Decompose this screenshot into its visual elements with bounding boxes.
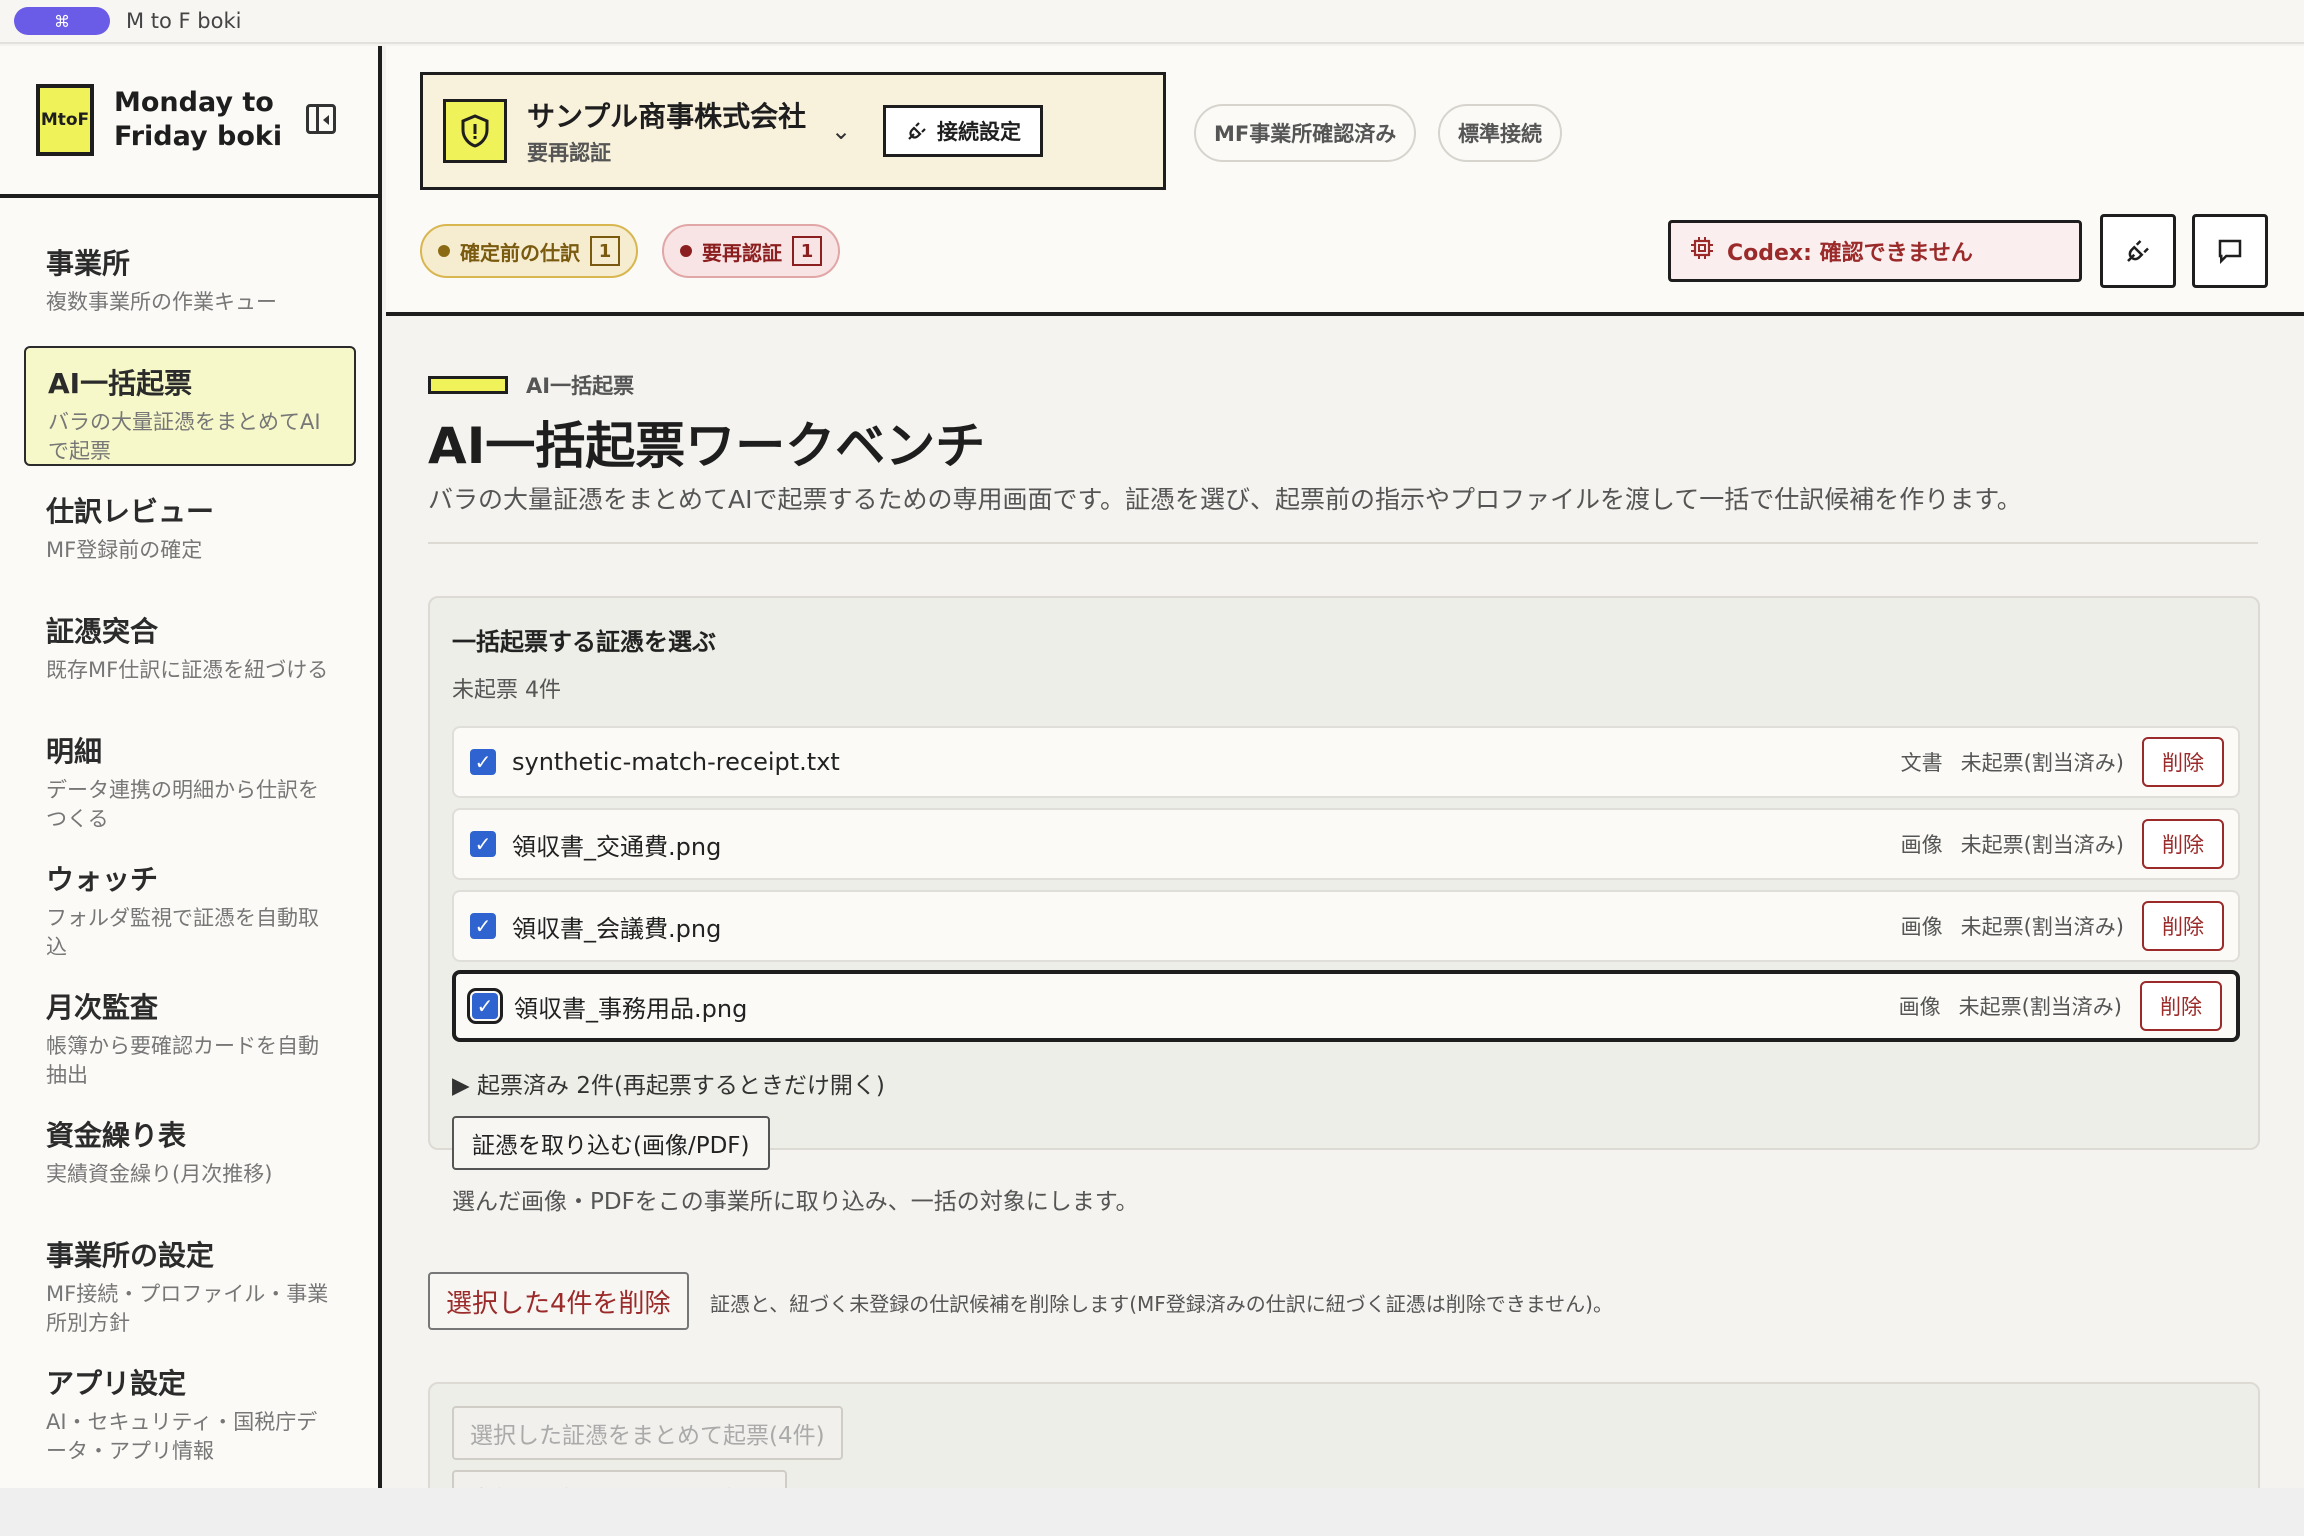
file-status: 未起票(割当済み) (1960, 751, 2124, 775)
brand-name: Monday to Friday boki (114, 87, 283, 152)
file-type: 画像 (1900, 833, 1943, 857)
sidebar: MtoF Monday to Friday boki 事業所 複数事業所の作業キ… (0, 46, 382, 1488)
bulk-posting-panel: 選択した証憑をまとめて起票(4件) 未起票の証憑をまとめて起票 (428, 1382, 2260, 1488)
pending-count-badge: 1 (590, 236, 620, 266)
mf-office-confirmed-pill: MF事業所確認済み (1194, 104, 1417, 162)
sidebar-item-ai-bulk[interactable]: AI一括起票 バラの大量証憑をまとめてAIで起票 (24, 346, 356, 466)
posted-details-toggle[interactable]: ▶ 起票済み 2件(再起票するときだけ開く) (452, 1066, 885, 1100)
collapse-sidebar-icon[interactable] (306, 104, 336, 134)
panel-title: 一括起票する証憑を選ぶ (452, 628, 716, 656)
file-row[interactable]: ✓ 領収書_交通費.png 画像 未起票(割当済み) 削除 (452, 808, 2240, 880)
company-selector[interactable]: サンプル商事株式会社 要再認証 ⌄ 接続設定 (420, 72, 1166, 190)
header: サンプル商事株式会社 要再認証 ⌄ 接続設定 MF事業所確認済み 標準接続 確定… (386, 46, 2304, 316)
import-vouchers-button[interactable]: 証憑を取り込む(画像/PDF) (452, 1116, 770, 1170)
reauth-chip[interactable]: 要再認証 1 (662, 224, 840, 278)
file-name: 領収書_交通費.png (512, 832, 722, 861)
file-name: 領収書_事務用品.png (514, 994, 748, 1023)
file-row[interactable]: ✓ synthetic-match-receipt.txt 文書 未起票(割当済… (452, 726, 2240, 798)
sidebar-item-office-settings[interactable]: 事業所の設定 MF接続・プロファイル・事業所別方針 (24, 1238, 356, 1338)
file-row[interactable]: ✓ 領収書_会議費.png 画像 未起票(割当済み) 削除 (452, 890, 2240, 962)
company-status: 要再認証 (527, 141, 611, 165)
sidebar-item-cashflow[interactable]: 資金繰り表 実績資金繰り(月次推移) (24, 1118, 356, 1189)
sidebar-item-statements[interactable]: 明細 データ連携の明細から仕訳をつくる (24, 734, 356, 834)
company-name: サンプル商事株式会社 (527, 100, 807, 133)
standard-connection-pill: 標準接続 (1438, 104, 1562, 162)
connection-settings-button[interactable]: 接続設定 (883, 105, 1043, 157)
shield-icon (443, 99, 507, 163)
file-type: 文書 (1900, 751, 1943, 775)
file-checkbox[interactable]: ✓ (470, 749, 496, 775)
file-type: 画像 (1898, 995, 1941, 1019)
codex-status[interactable]: Codex: 確認できません (1668, 220, 2082, 282)
file-checkbox[interactable]: ✓ (470, 913, 496, 939)
app-logo: MtoF (36, 84, 94, 156)
chevron-down-icon[interactable]: ⌄ (831, 117, 851, 145)
connection-icon-button[interactable] (2100, 214, 2176, 288)
file-name: 領収書_会議費.png (512, 914, 722, 943)
file-name: synthetic-match-receipt.txt (512, 748, 840, 776)
pending-journal-chip[interactable]: 確定前の仕訳 1 (420, 224, 638, 278)
chip-icon (1689, 235, 1715, 267)
voucher-selection-panel: 一括起票する証憑を選ぶ 未起票 4件 ✓ synthetic-match-rec… (428, 596, 2260, 1215)
delete-button[interactable]: 削除 (2142, 819, 2224, 869)
reauth-count-badge: 1 (792, 236, 822, 266)
sidebar-item-journal-review[interactable]: 仕訳レビュー MF登録前の確定 (24, 494, 356, 565)
file-status: 未起票(割当済み) (1958, 995, 2122, 1019)
bulk-post-unposted-button[interactable]: 未起票の証憑をまとめて起票 (452, 1470, 787, 1488)
page-title: AI一括起票ワークベンチ (428, 417, 986, 475)
chat-button[interactable] (2192, 214, 2268, 288)
sidebar-item-voucher-match[interactable]: 証憑突合 既存MF仕訳に証憑を紐づける (24, 614, 356, 685)
import-description: 選んだ画像・PDFをこの事業所に取り込み、一括の対象にします。 (452, 1189, 1139, 1215)
title-bar: ⌘ M to F boki (0, 0, 2304, 44)
file-type: 画像 (1900, 915, 1943, 939)
unposted-count: 未起票 4件 (452, 678, 561, 703)
sidebar-item-offices[interactable]: 事業所 複数事業所の作業キュー (24, 246, 356, 317)
bottom-strip (0, 1488, 2304, 1536)
main-content: AI一括起票 AI一括起票ワークベンチ バラの大量証憑をまとめてAIで起票するた… (386, 320, 2304, 1488)
delete-selected-button[interactable]: 選択した4件を削除 (428, 1272, 689, 1330)
sidebar-item-watch[interactable]: ウォッチ フォルダ監視で証憑を自動取込 (24, 862, 356, 962)
plug-icon (2127, 240, 2149, 262)
eyebrow: AI一括起票 (428, 370, 634, 400)
plug-icon (908, 122, 926, 140)
divider (428, 542, 2258, 544)
file-checkbox[interactable]: ✓ (467, 988, 503, 1024)
status-dot (680, 245, 692, 257)
file-checkbox[interactable]: ✓ (470, 831, 496, 857)
brand: MtoF Monday to Friday boki (0, 46, 378, 198)
chat-icon (2218, 239, 2242, 265)
file-status: 未起票(割当済み) (1960, 833, 2124, 857)
delete-button[interactable]: 削除 (2142, 737, 2224, 787)
file-status: 未起票(割当済み) (1960, 915, 2124, 939)
status-dot (438, 245, 450, 257)
command-badge[interactable]: ⌘ (14, 7, 110, 35)
file-row[interactable]: ✓ 領収書_事務用品.png 画像 未起票(割当済み) 削除 (452, 970, 2240, 1042)
delete-button[interactable]: 削除 (2142, 901, 2224, 951)
delete-note: 証憑と、紐づく未登録の仕訳候補を削除します(MF登録済みの仕訳に紐づく証憑は削除… (710, 1292, 1613, 1316)
sidebar-item-app-settings[interactable]: アプリ設定 AI・セキュリティ・国税庁データ・アプリ情報 (24, 1366, 356, 1466)
delete-button[interactable]: 削除 (2140, 981, 2222, 1031)
bulk-post-selected-button[interactable]: 選択した証憑をまとめて起票(4件) (452, 1406, 843, 1460)
page-description: バラの大量証憑をまとめてAIで起票するための専用画面です。証憑を選び、起票前の指… (428, 485, 2022, 514)
sidebar-item-monthly-audit[interactable]: 月次監査 帳簿から要確認カードを自動抽出 (24, 990, 356, 1090)
eyebrow-bar (428, 376, 508, 394)
window-title: M to F boki (126, 9, 242, 33)
